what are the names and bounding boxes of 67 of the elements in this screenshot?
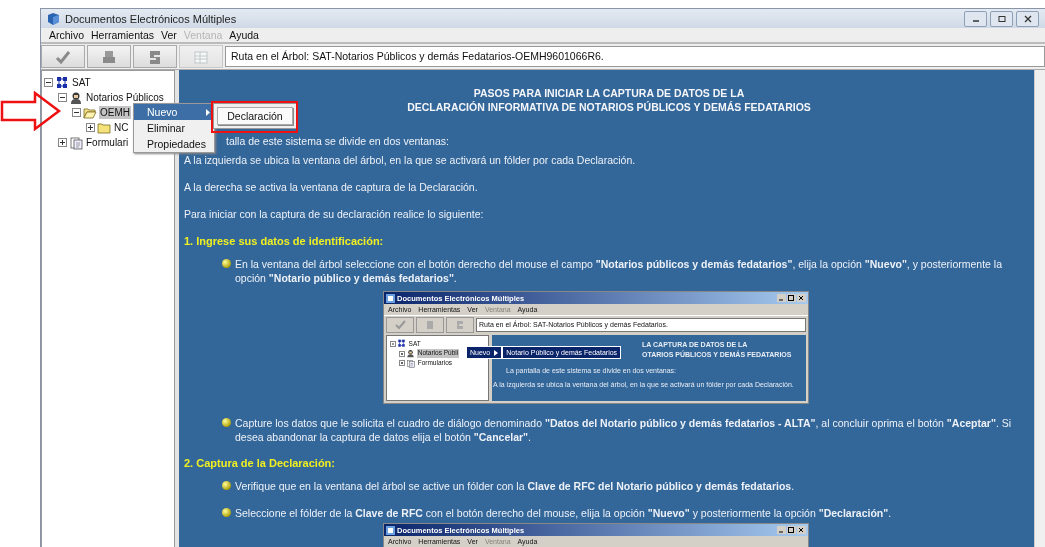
app-icon [47,12,60,25]
checkmark-icon [394,319,406,330]
toolbar-button[interactable] [133,45,177,68]
app-icon [386,525,395,535]
menu-item[interactable]: Herramientas [91,29,155,41]
blocks-icon [55,75,69,90]
expander-icon[interactable] [58,93,67,102]
bullet-text: Verifique que en la ventana del árbol se active un fólder con la Clave de RFC del Notario público y demás fedatarios. [235,479,795,493]
tree-item[interactable]: OEMH [99,106,131,119]
maximize-icon[interactable] [787,526,796,534]
paragraph: Para iniciar con la captura de su declaración realice lo siguiente: [184,208,485,221]
bullet-icon [222,418,231,427]
tree-item[interactable]: Formulari [85,136,130,149]
minimize-icon[interactable] [777,294,786,302]
maximize-button[interactable] [990,10,1013,27]
section-heading: 2. Captura de la Declaración: [184,457,336,470]
menu-item[interactable]: Declaración [217,107,293,125]
table-icon [192,48,210,65]
menu-item[interactable]: Eliminar [134,120,214,136]
path-field: Ruta en el Árbol: SAT-Notarios Públicos y demás Fedatarios-OEMH9601066R6. [225,46,1045,67]
paragraph: A la izquierda se ubica la ventana del árbol, en la que se activará un fólder por cada Declaración. [184,154,637,167]
app-icon [386,293,395,303]
close-icon[interactable] [797,526,806,534]
submenu-arrow-icon [206,108,210,116]
submenu-arrow-icon [494,349,499,356]
close-icon[interactable] [797,294,806,302]
menu-item[interactable]: Ver [161,29,177,41]
menu-item[interactable]: Propiedades [134,136,214,152]
section-heading: 1. Ingrese sus datos de identificación: [184,235,385,248]
expander-icon[interactable] [44,78,53,87]
menu-item[interactable]: Archivo [49,29,84,41]
expander-icon[interactable] [399,360,406,367]
expander-icon[interactable] [58,138,67,147]
minimize-button[interactable] [964,10,987,27]
bullet-icon [222,481,231,490]
person-icon [69,90,83,105]
menu-item[interactable]: Ayuda [229,29,259,41]
close-button[interactable] [1016,10,1039,27]
tree-item[interactable]: Notarios Públicos [85,91,165,104]
blocks-icon [397,339,407,349]
maximize-icon [996,14,1007,23]
expander-icon[interactable] [72,108,81,117]
bullet-icon [222,508,231,517]
menu-item[interactable]: Nuevo [134,104,214,120]
checkmark-icon [54,48,72,65]
pointer-arrow [0,91,62,131]
bullet-text: En la ventana del árbol seleccione con el botón derecho del mouse el campo "Notarios públicos y demás fedatarios", elija la opción "Nuevo", y posteriormente la opción "Notario público y demás fedatarios". [235,257,1003,285]
tree-item[interactable]: NC [113,121,130,134]
window-title: Documentos Electrónicos Múltiples [65,12,238,25]
expander-icon[interactable] [399,350,406,357]
toolbar-button[interactable] [41,45,85,68]
content-title: DECLARACIÓN INFORMATIVA DE NOTARIOS PÚBLICOS Y DEMÁS FEDATARIOS [407,100,811,114]
person-icon [406,349,416,359]
content-title: PASOS PARA INICIAR LA CAPTURA DE DATOS DE LA [473,86,745,100]
close-icon [1022,14,1033,23]
toolbar-button[interactable] [87,45,131,68]
minimize-icon[interactable] [777,526,786,534]
expander-icon[interactable] [86,123,95,132]
tree-item[interactable]: SAT [71,76,92,89]
paragraph: A la derecha se activa la ventana de captura de la Declaración. [184,181,479,194]
bullet-text: Seleccione el fólder de la Clave de RFC con el botón derecho del mouse, elija la opción "Nuevo" y posteriormente la opción "Declaración". [235,506,892,520]
bullet-text: Capture los datos que le solicita el cuadro de diálogo denominado "Datos del Notario público y demás fedatarios - ALTA", al concluir oprima el botón "Aceptar". Si desea abandonar la captura de datos elija el botón "Cancelar". [235,416,1013,444]
maximize-icon[interactable] [787,294,796,302]
bullet-icon [222,259,231,268]
folder-icon [83,105,97,120]
folder-icon [97,120,111,135]
document-icon [69,135,83,150]
